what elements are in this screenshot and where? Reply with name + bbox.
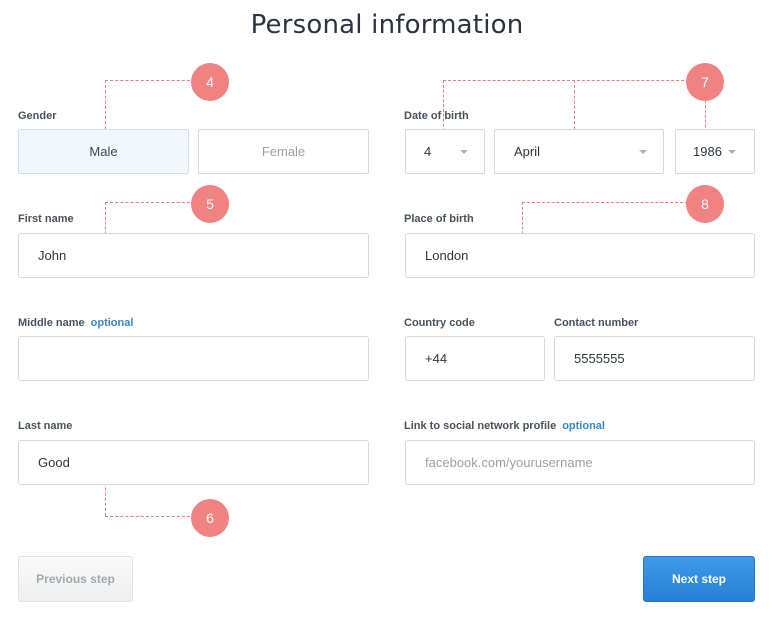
birth-month-value: April xyxy=(514,144,541,159)
annotation-badge-4: 4 xyxy=(191,63,229,101)
chevron-down-icon xyxy=(728,149,736,154)
middle-name-input[interactable] xyxy=(18,336,369,381)
annotation-line xyxy=(105,202,195,203)
optional-tag: optional xyxy=(90,317,134,329)
annotation-line xyxy=(443,80,689,81)
birth-day-value: 4 xyxy=(424,144,432,159)
annotation-badge-6: 6 xyxy=(191,499,229,537)
social-link-label-text: Link to social network profile xyxy=(404,420,557,432)
first-name-input[interactable]: John xyxy=(18,233,369,278)
annotation-line xyxy=(105,80,195,81)
last-name-input[interactable]: Good xyxy=(18,440,369,485)
birth-year-value: 1986 xyxy=(693,144,722,159)
contact-number-input[interactable]: 5555555 xyxy=(554,336,755,381)
first-name-label: First name xyxy=(18,213,74,225)
middle-name-label-text: Middle name xyxy=(18,317,85,329)
date-of-birth-label: Date of birth xyxy=(404,110,469,122)
chevron-down-icon xyxy=(639,149,647,154)
gender-label: Gender xyxy=(18,110,57,122)
annotation-badge-8: 8 xyxy=(686,185,724,223)
place-of-birth-label: Place of birth xyxy=(404,213,474,225)
next-step-button[interactable]: Next step xyxy=(643,556,755,602)
annotation-line xyxy=(522,202,688,203)
chevron-down-icon xyxy=(460,149,468,154)
birth-day-select[interactable]: 4 xyxy=(405,129,485,174)
last-name-label: Last name xyxy=(18,420,73,432)
page-title: Personal information xyxy=(250,10,524,40)
optional-tag: optional xyxy=(562,420,605,432)
annotation-line xyxy=(105,516,195,517)
social-link-input[interactable]: facebook.com/yourusername xyxy=(405,440,755,485)
social-link-label: Link to social network profile optional xyxy=(404,420,605,432)
middle-name-label: Middle name optional xyxy=(18,317,133,329)
birth-year-select[interactable]: 1986 xyxy=(675,129,755,174)
contact-number-label: Contact number xyxy=(554,317,639,329)
gender-female-option[interactable]: Female xyxy=(198,129,369,174)
gender-male-option[interactable]: Male xyxy=(18,129,189,174)
country-code-input[interactable]: +44 xyxy=(405,336,545,381)
country-code-label: Country code xyxy=(404,317,475,329)
annotation-badge-7: 7 xyxy=(686,63,724,101)
birth-month-select[interactable]: April xyxy=(494,129,664,174)
annotation-badge-5: 5 xyxy=(191,185,229,223)
previous-step-button[interactable]: Previous step xyxy=(18,556,133,602)
place-of-birth-input[interactable]: London xyxy=(405,233,755,278)
